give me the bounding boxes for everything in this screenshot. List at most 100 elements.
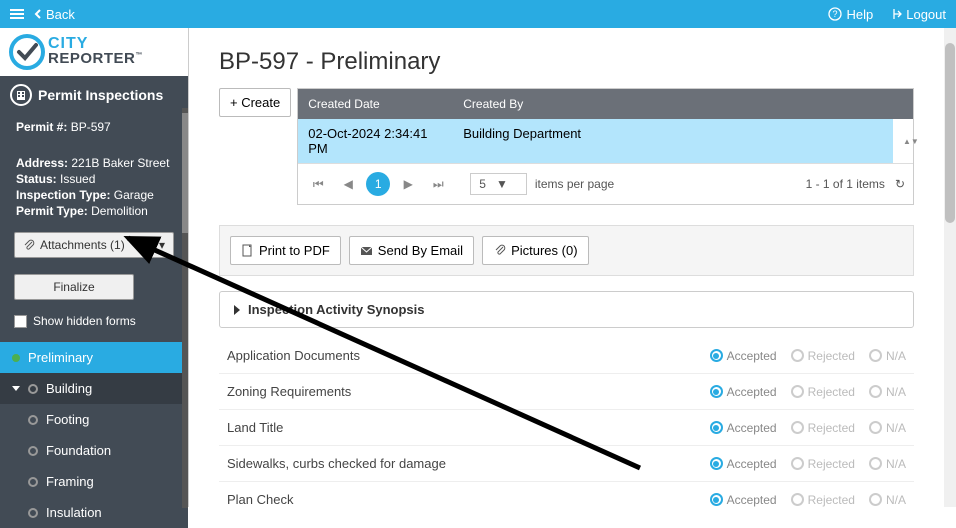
checklist-row: Zoning Requirements Accepted Rejected N/…: [219, 374, 914, 410]
logo-icon: [8, 33, 46, 71]
status-ring-icon: [28, 384, 38, 394]
radio-icon: [791, 421, 804, 434]
radio-icon: [869, 457, 882, 470]
radio-icon: [710, 385, 723, 398]
email-icon: [360, 244, 373, 257]
status-ring-icon: [28, 415, 38, 425]
option-na[interactable]: N/A: [869, 349, 906, 363]
checklist-label: Sidewalks, curbs checked for damage: [227, 456, 710, 471]
pictures-button[interactable]: Pictures (0): [482, 236, 588, 265]
help-link[interactable]: ? Help: [828, 7, 873, 22]
option-rejected[interactable]: Rejected: [791, 421, 855, 435]
radio-icon: [791, 385, 804, 398]
radio-icon: [710, 493, 723, 506]
status-ring-icon: [28, 477, 38, 487]
pager-last-icon[interactable]: ⏭: [426, 172, 450, 196]
nav-building[interactable]: Building: [0, 373, 188, 404]
logout-icon: [888, 7, 902, 21]
radio-icon: [710, 457, 723, 470]
checklist-row: Land Title Accepted Rejected N/A: [219, 410, 914, 446]
logout-link[interactable]: Logout: [888, 7, 946, 22]
table-pager: ⏮ ◀ 1 ▶ ⏭ 5 ▼ items per page 1 - 1 of 1 …: [298, 163, 913, 204]
option-na[interactable]: N/A: [869, 493, 906, 507]
radio-icon: [869, 385, 882, 398]
finalize-button[interactable]: Finalize: [14, 274, 134, 300]
option-na[interactable]: N/A: [869, 457, 906, 471]
option-rejected[interactable]: Rejected: [791, 493, 855, 507]
svg-text:?: ?: [833, 9, 838, 19]
status-ring-icon: [28, 446, 38, 456]
nav-footing[interactable]: Footing: [0, 404, 188, 435]
paperclip-icon: [493, 244, 506, 257]
action-bar: Print to PDF Send By Email Pictures (0): [219, 225, 914, 276]
print-button[interactable]: Print to PDF: [230, 236, 341, 265]
permit-info: Permit #: BP-597: [0, 114, 188, 140]
help-icon: ?: [828, 7, 842, 21]
radio-icon: [710, 421, 723, 434]
radio-icon: [791, 493, 804, 506]
radio-icon: [791, 349, 804, 362]
pager-prev-icon[interactable]: ◀: [336, 172, 360, 196]
option-rejected[interactable]: Rejected: [791, 457, 855, 471]
option-accepted[interactable]: Accepted: [710, 493, 777, 507]
radio-icon: [710, 349, 723, 362]
create-button[interactable]: + Create: [219, 88, 291, 117]
pager-info: 1 - 1 of 1 items: [806, 177, 885, 191]
checklist-row: Sidewalks, curbs checked for damage Acce…: [219, 446, 914, 482]
option-rejected[interactable]: Rejected: [791, 385, 855, 399]
sidebar-nav: Preliminary Building Footing Foundation …: [0, 342, 188, 528]
option-na[interactable]: N/A: [869, 421, 906, 435]
paperclip-icon: [23, 239, 35, 251]
checklist: Application Documents Accepted Rejected …: [219, 338, 914, 507]
refresh-icon[interactable]: ↻: [895, 177, 905, 191]
page-title: BP-597 - Preliminary: [219, 48, 914, 76]
back-button[interactable]: Back: [34, 7, 75, 22]
radio-icon: [791, 457, 804, 470]
show-hidden-checkbox[interactable]: Show hidden forms: [0, 308, 188, 334]
pager-first-icon[interactable]: ⏮: [306, 172, 330, 196]
caret-down-icon: [12, 386, 20, 391]
checklist-label: Application Documents: [227, 348, 710, 363]
nav-preliminary[interactable]: Preliminary: [0, 342, 188, 373]
nav-insulation[interactable]: Insulation: [0, 497, 188, 528]
status-dot-icon: [12, 354, 20, 362]
status-ring-icon: [28, 508, 38, 518]
email-button[interactable]: Send By Email: [349, 236, 474, 265]
option-rejected[interactable]: Rejected: [791, 349, 855, 363]
option-accepted[interactable]: Accepted: [710, 421, 777, 435]
menu-icon[interactable]: [10, 7, 24, 21]
content-scrollbar[interactable]: [944, 28, 956, 507]
sidebar: CITY REPORTER™ Permit Inspections Permit…: [0, 28, 188, 507]
checklist-label: Land Title: [227, 420, 710, 435]
option-accepted[interactable]: Accepted: [710, 349, 777, 363]
pager-next-icon[interactable]: ▶: [396, 172, 420, 196]
chevron-left-icon: [34, 9, 42, 19]
nav-framing[interactable]: Framing: [0, 466, 188, 497]
main-content: BP-597 - Preliminary + Create Created Da…: [188, 28, 956, 507]
option-na[interactable]: N/A: [869, 385, 906, 399]
caret-right-icon: [234, 305, 240, 315]
pdf-icon: [241, 244, 254, 257]
attachments-button[interactable]: Attachments (1) ▾: [14, 232, 174, 258]
radio-icon: [869, 349, 882, 362]
option-accepted[interactable]: Accepted: [710, 385, 777, 399]
chevron-down-icon: ▾: [159, 238, 165, 252]
topbar: Back ? Help Logout: [0, 0, 956, 28]
option-accepted[interactable]: Accepted: [710, 457, 777, 471]
logo: CITY REPORTER™: [0, 28, 188, 76]
pager-current[interactable]: 1: [366, 172, 390, 196]
checklist-row: Plan Check Accepted Rejected N/A: [219, 482, 914, 507]
checklist-row: Application Documents Accepted Rejected …: [219, 338, 914, 374]
building-icon: [10, 84, 32, 106]
checkbox-icon: [14, 315, 27, 328]
radio-icon: [869, 493, 882, 506]
checklist-label: Zoning Requirements: [227, 384, 710, 399]
radio-icon: [869, 421, 882, 434]
table-header: Created Date Created By: [298, 89, 913, 119]
table-row[interactable]: 02-Oct-2024 2:34:41 PM Building Departme…: [298, 119, 913, 163]
records-table: Created Date Created By 02-Oct-2024 2:34…: [297, 88, 914, 205]
synopsis-header[interactable]: Inspection Activity Synopsis: [219, 291, 914, 328]
nav-foundation[interactable]: Foundation: [0, 435, 188, 466]
page-size-select[interactable]: 5 ▼: [470, 173, 527, 195]
sidebar-header: Permit Inspections: [0, 76, 188, 114]
